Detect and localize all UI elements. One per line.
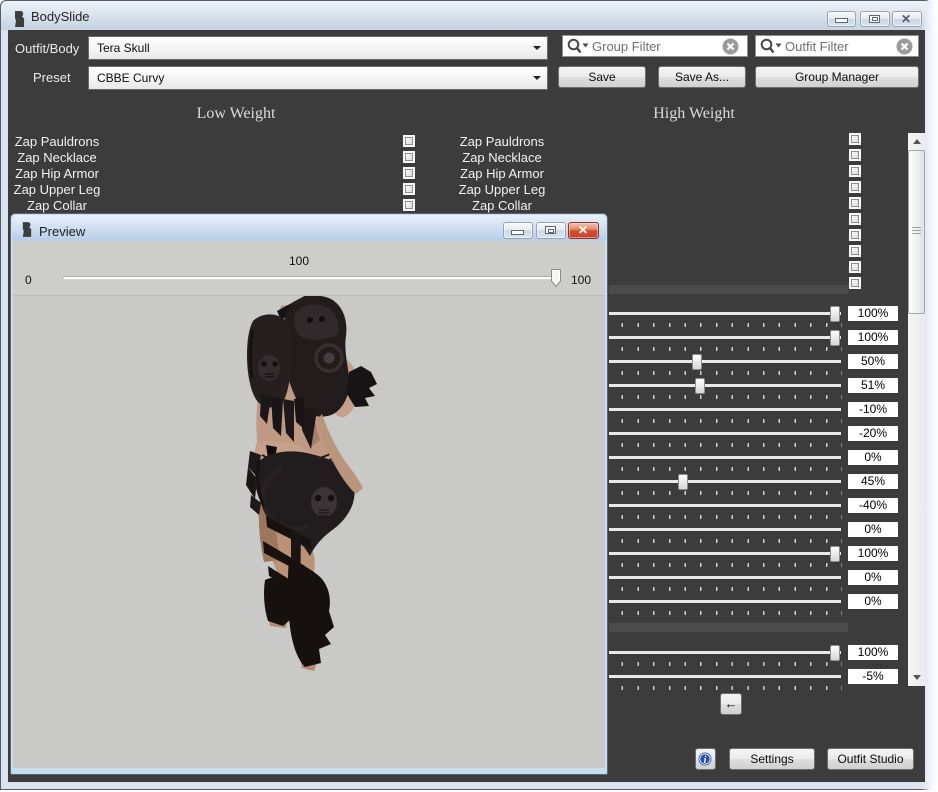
svg-text:i: i — [704, 755, 707, 766]
